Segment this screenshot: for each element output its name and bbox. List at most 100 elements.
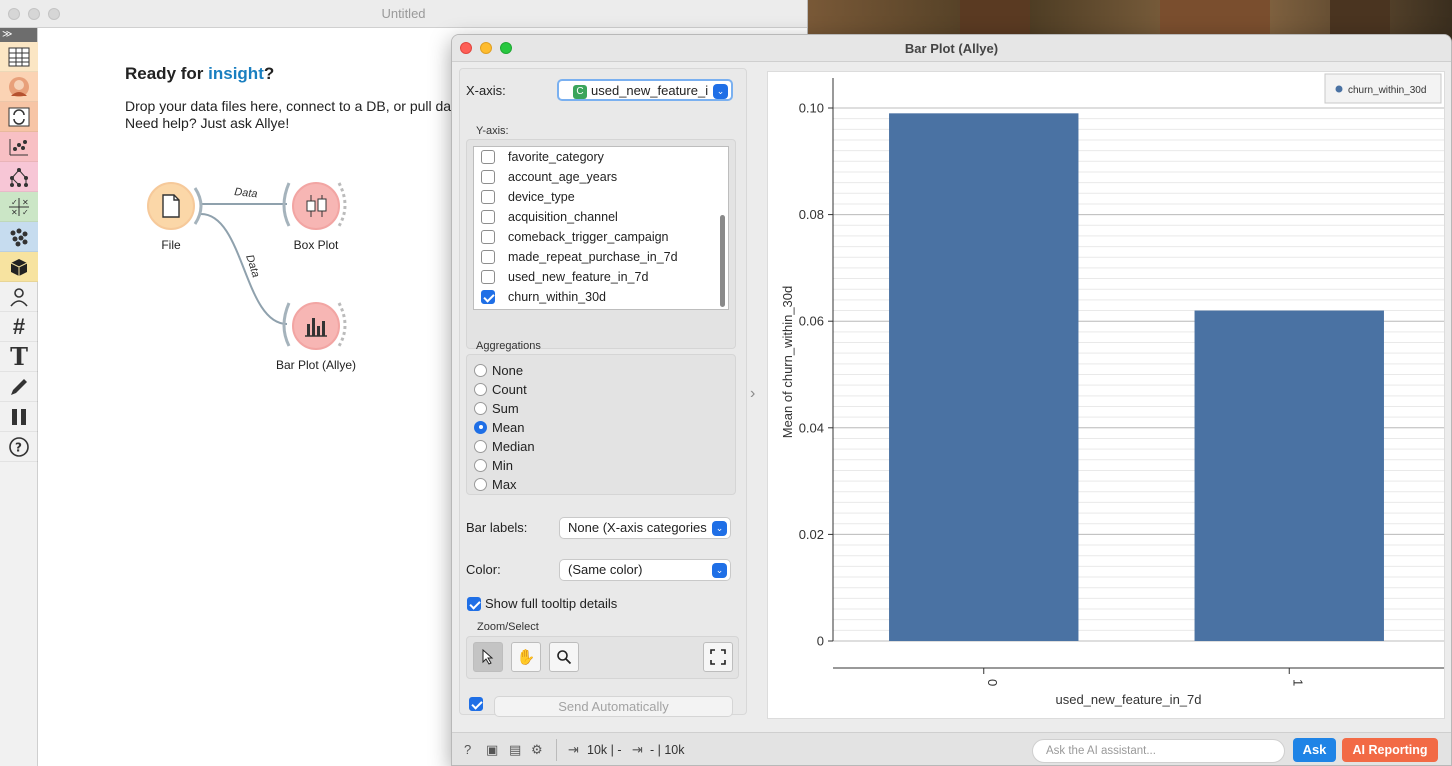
y-axis-item-checkbox[interactable] [481,190,495,204]
pause-icon[interactable] [0,402,38,432]
link-file-barplot [200,213,288,325]
y-axis-item-checkbox[interactable] [481,210,495,224]
data-category-icon[interactable] [0,42,38,72]
ask-ai-input[interactable]: Ask the AI assistant... [1032,739,1285,763]
unsupervised-category-icon[interactable] [0,222,38,252]
visual-settings-icon[interactable]: ⚙ [531,742,543,758]
bar-plot-node-circle[interactable] [292,302,340,350]
radio-button[interactable] [474,363,487,377]
y-axis-item-checkbox[interactable] [481,170,495,184]
plot-area[interactable]: 0 0.02 0.04 0.06 0.08 0.10 0 1 used_new_feature_… [767,71,1445,719]
box-plot-node[interactable]: Box Plot [292,182,340,252]
aggregation-option-mean[interactable]: Mean [474,418,525,436]
file-node-circle[interactable] [147,182,195,230]
send-automatically-button[interactable]: Send Automatically [494,696,733,717]
aggregation-option-none[interactable]: None [474,361,523,379]
aggregation-option-min[interactable]: Min [474,456,513,474]
model-category-icon[interactable] [0,162,38,192]
report-icon[interactable]: ▤ [509,742,521,758]
transform-category-icon[interactable] [0,102,38,132]
pan-tool-button[interactable]: ✋ [511,642,541,672]
aggregation-option-sum[interactable]: Sum [474,399,519,417]
dialog-minimize-button[interactable] [480,42,492,54]
y-axis-list-item[interactable]: favorite_category [474,147,728,167]
minimize-window-button[interactable] [28,8,40,20]
tooltip-details-checkbox[interactable]: Show full tooltip details [467,596,617,611]
save-icon[interactable]: ▣ [486,742,498,758]
bar-chart: 0 0.02 0.04 0.06 0.08 0.10 0 1 used_new_feature_… [780,73,1444,707]
legend-label: churn_within_30d [1348,85,1426,96]
aggregation-option-max[interactable]: Max [474,475,517,493]
y-axis-list-item[interactable]: churn_within_30d [474,287,728,307]
output-count: - | 10k [650,743,685,757]
radio-button[interactable] [474,382,487,396]
y-axis-list-item[interactable]: used_new_feature_in_7d [474,267,728,287]
y-tick-label: 0.08 [799,207,824,222]
close-window-button[interactable] [8,8,20,20]
send-automatically-checkbox[interactable] [469,697,483,711]
status-divider [556,739,557,761]
y-axis-list-item[interactable]: made_repeat_purchase_in_7d [474,247,728,267]
cube-category-icon[interactable] [0,252,38,282]
evaluate-category-icon[interactable]: ✓ ✕ ✕ ✓ [0,192,38,222]
chevron-down-icon: ⌄ [712,563,727,578]
y-axis-item-label: device_type [508,190,575,204]
box-plot-node-circle[interactable] [292,182,340,230]
y-axis-item-checkbox[interactable] [481,290,495,304]
output-arrow-icon: ⇥ [632,742,643,757]
bar-plot-node[interactable]: Bar Plot (Allye) [276,302,356,372]
y-axis-item-checkbox[interactable] [481,230,495,244]
file-node[interactable]: File [147,182,195,252]
text-icon[interactable]: T [0,342,38,372]
pointer-tool-button[interactable] [473,642,503,672]
bar-labels-combo[interactable]: None (X-axis categories ⌄ [559,517,731,539]
chevron-right-icon[interactable]: › [750,385,755,403]
color-combo[interactable]: (Same color) ⌄ [559,559,731,581]
tooltip-checkbox-box[interactable] [467,596,481,611]
x-tick-label: 1 [1290,679,1305,686]
ai-reporting-button[interactable]: AI Reporting [1342,738,1438,762]
y-axis-item-checkbox[interactable] [481,150,495,164]
pen-icon[interactable] [0,372,38,402]
y-axis-item-label: made_repeat_purchase_in_7d [508,250,678,264]
ask-button[interactable]: Ask [1293,738,1336,762]
dialog-zoom-button[interactable] [500,42,512,54]
aggregation-option-count[interactable]: Count [474,380,527,398]
bar-labels-label: Bar labels: [466,520,528,535]
bar-labels-value: None (X-axis categories [568,520,707,535]
person-icon[interactable] [0,282,38,312]
dialog-close-button[interactable] [460,42,472,54]
help-icon[interactable]: ? [0,432,38,462]
help-icon[interactable]: ? [464,742,471,757]
y-axis-list-item[interactable]: device_type [474,187,728,207]
radio-button[interactable] [474,458,487,472]
dialog-title: Bar Plot (Allye) [904,41,999,56]
radio-button[interactable] [474,477,487,491]
radio-button[interactable] [474,439,487,453]
svg-text:?: ? [15,440,22,454]
x-axis-combo[interactable]: Cused_new_feature_i ⌄ [557,79,733,101]
y-axis-item-checkbox[interactable] [481,270,495,284]
list-scrollbar[interactable] [720,215,725,307]
y-axis-list[interactable]: favorite_category account_age_yearsdevice… [473,146,729,310]
y-axis-list-item[interactable]: acquisition_channel [474,207,728,227]
reset-zoom-button[interactable] [703,642,733,672]
y-axis-item-checkbox[interactable] [481,250,495,264]
radio-button[interactable] [474,420,487,434]
zoom-tool-button[interactable] [549,642,579,672]
expand-toolbox-button[interactable]: ≫ [0,28,37,42]
chevron-down-icon: ⌄ [713,84,728,99]
aggregation-option-median[interactable]: Median [474,437,535,455]
y-axis-list-item[interactable]: comeback_trigger_campaign [474,227,728,247]
y-axis-item-label: acquisition_channel [508,210,618,224]
hashtag-icon[interactable]: # [0,312,38,342]
input-count: 10k | - [587,743,622,757]
y-axis-list-item[interactable]: account_age_years [474,167,728,187]
radio-button[interactable] [474,401,487,415]
y-axis-title: Mean of churn_within_30d [780,286,795,439]
widget-toolbox: ≫ ✓ ✕ ✕ ✓ # T ? [0,28,38,766]
bar-0 [889,113,1079,641]
allye-avatar-icon[interactable] [0,72,38,102]
visualize-category-icon[interactable] [0,132,38,162]
zoom-window-button[interactable] [48,8,60,20]
